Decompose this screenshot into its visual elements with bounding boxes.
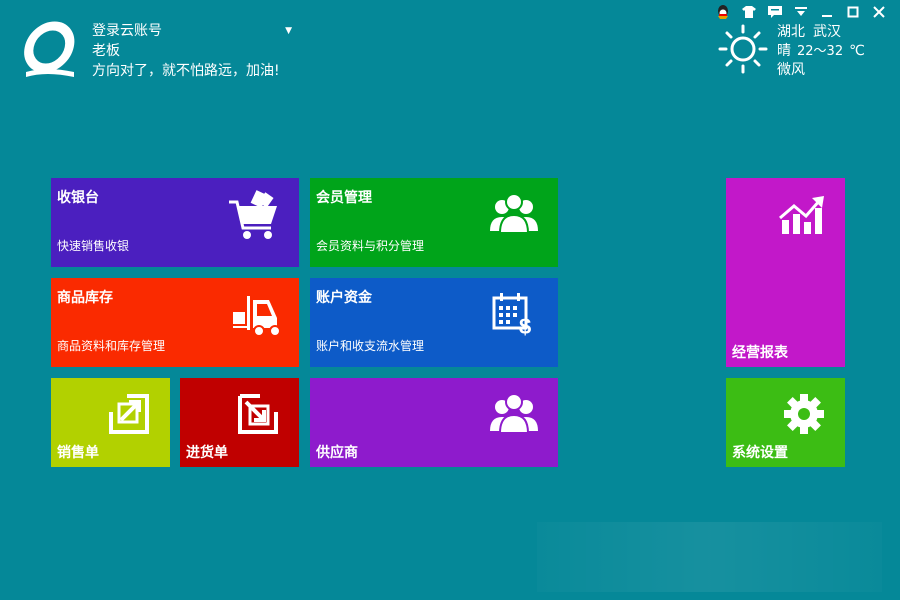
users-icon xyxy=(490,193,538,234)
weather-unit: ℃ xyxy=(849,43,865,59)
app-logo-icon xyxy=(24,21,75,77)
chart-icon xyxy=(779,196,824,234)
reports-tile[interactable]: 经营报表 xyxy=(726,178,845,367)
supplier-tile[interactable]: 供应商 xyxy=(310,378,558,467)
account-panel: 登录云账号 ▼ 老板 方向对了，就不怕路远，加油! xyxy=(92,21,292,81)
import-icon xyxy=(238,394,278,434)
export-icon xyxy=(109,394,149,434)
cashier-subtitle: 快速销售收银 xyxy=(57,239,130,253)
inventory-tile[interactable]: 商品库存 商品资料和库存管理 xyxy=(51,278,299,367)
gear-icon xyxy=(784,394,824,434)
sun-icon xyxy=(718,24,768,74)
inventory-title: 商品库存 xyxy=(57,290,113,306)
purchase-order-title: 进货单 xyxy=(186,445,228,461)
skin-icon[interactable] xyxy=(740,4,758,20)
minimize-icon[interactable] xyxy=(818,4,836,20)
menu-icon[interactable] xyxy=(792,4,810,20)
members-title: 会员管理 xyxy=(316,190,372,206)
background-glare xyxy=(537,522,882,592)
calendar-money-icon: $ xyxy=(492,293,531,336)
sales-order-title: 销售单 xyxy=(57,445,99,461)
weather-temperature: 22～32 xyxy=(797,44,844,59)
members-tile[interactable]: 会员管理 会员资料与积分管理 xyxy=(310,178,558,267)
account-dropdown-caret-icon[interactable]: ▼ xyxy=(285,21,292,41)
settings-tile[interactable]: 系统设置 xyxy=(726,378,845,467)
users-icon xyxy=(490,393,538,434)
accounts-tile[interactable]: 账户资金 账户和收支流水管理 $ xyxy=(310,278,558,367)
cashier-tile[interactable]: 收银台 快速销售收银 xyxy=(51,178,299,267)
members-subtitle: 会员资料与积分管理 xyxy=(316,239,425,253)
reports-title: 经营报表 xyxy=(732,345,788,361)
shopping-cart-icon xyxy=(229,190,277,239)
weather-panel: 湖北 武汉 晴 22～32 ℃ 微风 xyxy=(777,23,865,80)
message-icon[interactable] xyxy=(766,4,784,20)
accounts-title: 账户资金 xyxy=(316,290,372,306)
qq-icon[interactable] xyxy=(714,4,732,20)
close-icon[interactable] xyxy=(870,4,888,20)
login-cloud-account-link[interactable]: 登录云账号 xyxy=(92,21,162,41)
maximize-icon[interactable] xyxy=(844,4,862,20)
user-name: 老板 xyxy=(92,43,120,59)
purchase-order-tile[interactable]: 进货单 xyxy=(180,378,299,467)
svg-text:$: $ xyxy=(519,314,531,336)
supplier-title: 供应商 xyxy=(316,445,358,461)
forklift-icon xyxy=(233,296,281,337)
window-controls xyxy=(714,4,888,20)
weather-province: 湖北 xyxy=(777,24,805,40)
inventory-subtitle: 商品资料和库存管理 xyxy=(57,339,166,353)
weather-condition: 晴 xyxy=(777,43,791,59)
sales-order-tile[interactable]: 销售单 xyxy=(51,378,170,467)
slogan-text: 方向对了，就不怕路远，加油! xyxy=(92,63,280,79)
settings-title: 系统设置 xyxy=(732,445,788,461)
weather-city: 武汉 xyxy=(813,24,841,40)
weather-wind: 微风 xyxy=(777,62,805,78)
cashier-title: 收银台 xyxy=(57,190,99,206)
accounts-subtitle: 账户和收支流水管理 xyxy=(316,339,425,353)
